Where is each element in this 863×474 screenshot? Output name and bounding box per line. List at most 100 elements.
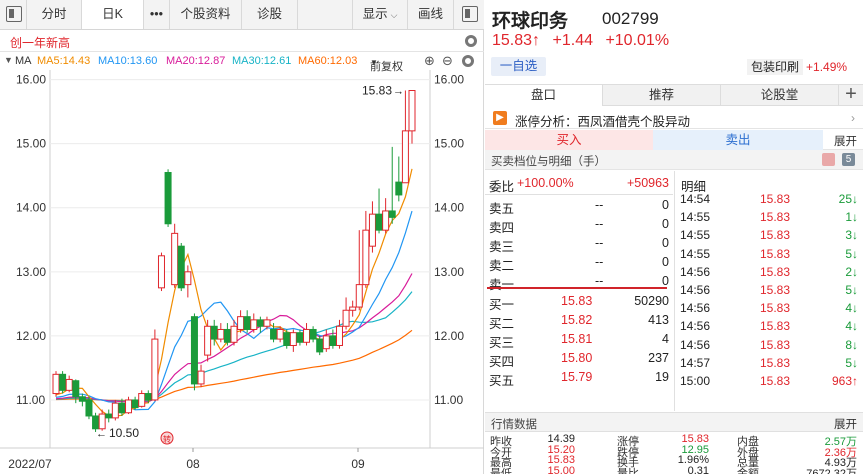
order-book: 委比 +100.00% +50963 卖五 -- 0 卖四 -- 0 卖三 -- 0 卖二 -- 0 卖… — [485, 171, 673, 411]
sidebar-toggle-icon[interactable] — [462, 6, 478, 22]
sector-tag[interactable]: 包装印刷 +1.49% — [747, 58, 847, 75]
zoom-out-icon[interactable]: ⊖ — [442, 53, 453, 69]
sell-button[interactable]: 卖出 — [653, 130, 823, 150]
bid-price: 15.83 — [561, 294, 593, 308]
stat-key: 最低 — [490, 467, 512, 474]
bid-row: 买二 15.82 413 — [485, 311, 673, 331]
tick-volume: 2↓ — [845, 264, 858, 279]
tab-intraday[interactable]: 分时 — [26, 0, 82, 29]
add-tab-icon[interactable]: + — [841, 84, 861, 106]
gear-icon[interactable] — [465, 35, 477, 47]
candle-body — [335, 325, 343, 346]
tab-recommend[interactable]: 推荐 — [603, 85, 721, 106]
candle-body — [388, 210, 396, 218]
y-tick-label-left: 13.00 — [16, 265, 46, 279]
ask-price: -- — [595, 217, 604, 231]
bid-volume: 413 — [648, 313, 669, 327]
tick-price: 15.83 — [760, 319, 791, 334]
candle-body — [111, 402, 119, 419]
chart-panel: 分时 日K ••• 个股资料 诊股 显示 ⌵ 画线 创一年新高 ▼ MA MA5:… — [0, 0, 484, 474]
tab-daily-k[interactable]: 日K — [82, 0, 144, 29]
tick-row: 14:56 15.83 5↓ — [675, 282, 863, 300]
tick-row: 14:56 15.83 2↓ — [675, 264, 863, 282]
candle-body — [78, 396, 86, 402]
tick-row: 14:55 15.83 1↓ — [675, 209, 863, 227]
buy-button[interactable]: 买入 — [485, 130, 653, 150]
event-marker-label: 转 — [163, 434, 171, 444]
candle-body — [322, 335, 330, 350]
order-book-title: 买卖档位与明细（手） — [491, 156, 606, 168]
candle-body — [243, 316, 251, 330]
stats-expand-button[interactable]: 展开 — [834, 416, 857, 432]
tick-detail[interactable]: 明细 14:54 15.83 25↓ 14:55 15.83 1↓ 14:55 15.83 3↓… — [674, 171, 863, 411]
candle-body — [59, 373, 67, 391]
x-tick-label: 2022/07 — [8, 457, 52, 471]
tab-order-book[interactable]: 盘口 — [485, 85, 603, 106]
more-menu-button[interactable]: ••• — [144, 0, 170, 29]
weibi-pct: +100.00% — [517, 176, 574, 190]
stat-value: 7672.32万 — [806, 467, 857, 474]
candle-body — [263, 319, 271, 327]
tick-row: 14:55 15.83 5↓ — [675, 246, 863, 264]
x-tick-label: 09 — [351, 457, 365, 471]
candle-body — [72, 380, 80, 398]
tick-time: 14:54 — [680, 192, 711, 206]
candle-body — [362, 229, 370, 286]
ask-price: -- — [595, 236, 604, 250]
y-tick-label-left: 15.00 — [16, 137, 46, 151]
weibi-label: 委比 — [489, 180, 515, 194]
tick-volume: 4↓ — [845, 319, 858, 334]
tick-row: 15:00 15.83 963↑ — [675, 373, 863, 391]
dropdown-arrow-icon[interactable]: ▼ — [4, 55, 13, 65]
ma30-value: MA30:12.61 — [232, 55, 292, 67]
y-tick-label-left: 14.00 — [16, 201, 46, 215]
gear-icon[interactable] — [462, 55, 474, 67]
ask-price: -- — [595, 198, 604, 212]
level-badge[interactable]: 5 — [842, 153, 855, 166]
tick-volume: 4↓ — [845, 301, 858, 316]
tab-diagnosis[interactable]: 诊股 — [242, 0, 298, 29]
weibi-value: +50963 — [626, 176, 669, 190]
tick-volume: 3↓ — [845, 228, 858, 243]
zoom-in-icon[interactable]: ⊕ — [424, 53, 435, 69]
candle-body — [105, 413, 113, 419]
candle-body — [342, 309, 350, 327]
candle-body — [296, 332, 304, 343]
ask-volume: 0 — [662, 236, 669, 250]
ask-price: -- — [595, 274, 604, 288]
ask-label: 卖一 — [489, 278, 515, 292]
candle-body — [230, 325, 238, 343]
chevron-down-icon: ▼ — [370, 58, 378, 67]
market-data: 昨收 14.39 涨停 15.83 内盘 2.57万 今开 15.20 跌停 12.95 外盘 2.3… — [485, 432, 863, 474]
tick-row: 14:55 15.83 3↓ — [675, 227, 863, 245]
candle-body — [138, 393, 146, 407]
limit-up-analysis[interactable]: ▶ 涨停分析：西凤酒借壳个股异动 › — [485, 107, 863, 129]
tab-forum[interactable]: 论股堂 — [721, 85, 839, 106]
candle-body — [157, 255, 165, 289]
tick-price: 15.83 — [760, 374, 791, 388]
quote-tabs: 盘口 推荐 论股堂 + — [485, 84, 863, 106]
panel-toggle-icon[interactable] — [6, 6, 22, 22]
candle-body — [283, 332, 291, 346]
chevron-right-icon: › — [851, 111, 855, 125]
self-select-button[interactable]: 一自选 — [491, 57, 546, 76]
tick-price: 15.83 — [760, 228, 791, 243]
tick-price: 15.83 — [760, 192, 791, 206]
bid-volume: 4 — [662, 332, 669, 346]
expand-button[interactable]: 展开 — [834, 133, 857, 149]
trade-bar: 买入 卖出 展开 — [485, 130, 863, 150]
draw-line-button[interactable]: 画线 — [408, 0, 454, 29]
tick-time: 14:55 — [680, 210, 711, 225]
new-high-label: 创一年新高 — [10, 36, 71, 50]
ma-legend: ▼ MA MA5:14.43 MA10:13.60 MA20:12.87 MA3… — [0, 52, 484, 73]
display-dropdown[interactable]: 显示 ⌵ — [352, 0, 408, 29]
tab-stock-profile[interactable]: 个股资料 — [170, 0, 242, 29]
candle-body — [98, 413, 106, 430]
kline-chart[interactable]: 16.00 16.00 15.00 15.00 14.00 14.00 13.00 13.00… — [0, 70, 484, 474]
candle-body — [190, 316, 198, 385]
candle-body — [223, 328, 231, 343]
ma60-value: MA60:12.03 — [298, 55, 358, 67]
sector-pct: +1.49% — [806, 60, 848, 74]
flag-icon[interactable] — [822, 153, 835, 166]
quote-panel: 环球印务 002799 15.83↑ +1.44 +10.01% 一自选 包装印… — [485, 0, 863, 474]
